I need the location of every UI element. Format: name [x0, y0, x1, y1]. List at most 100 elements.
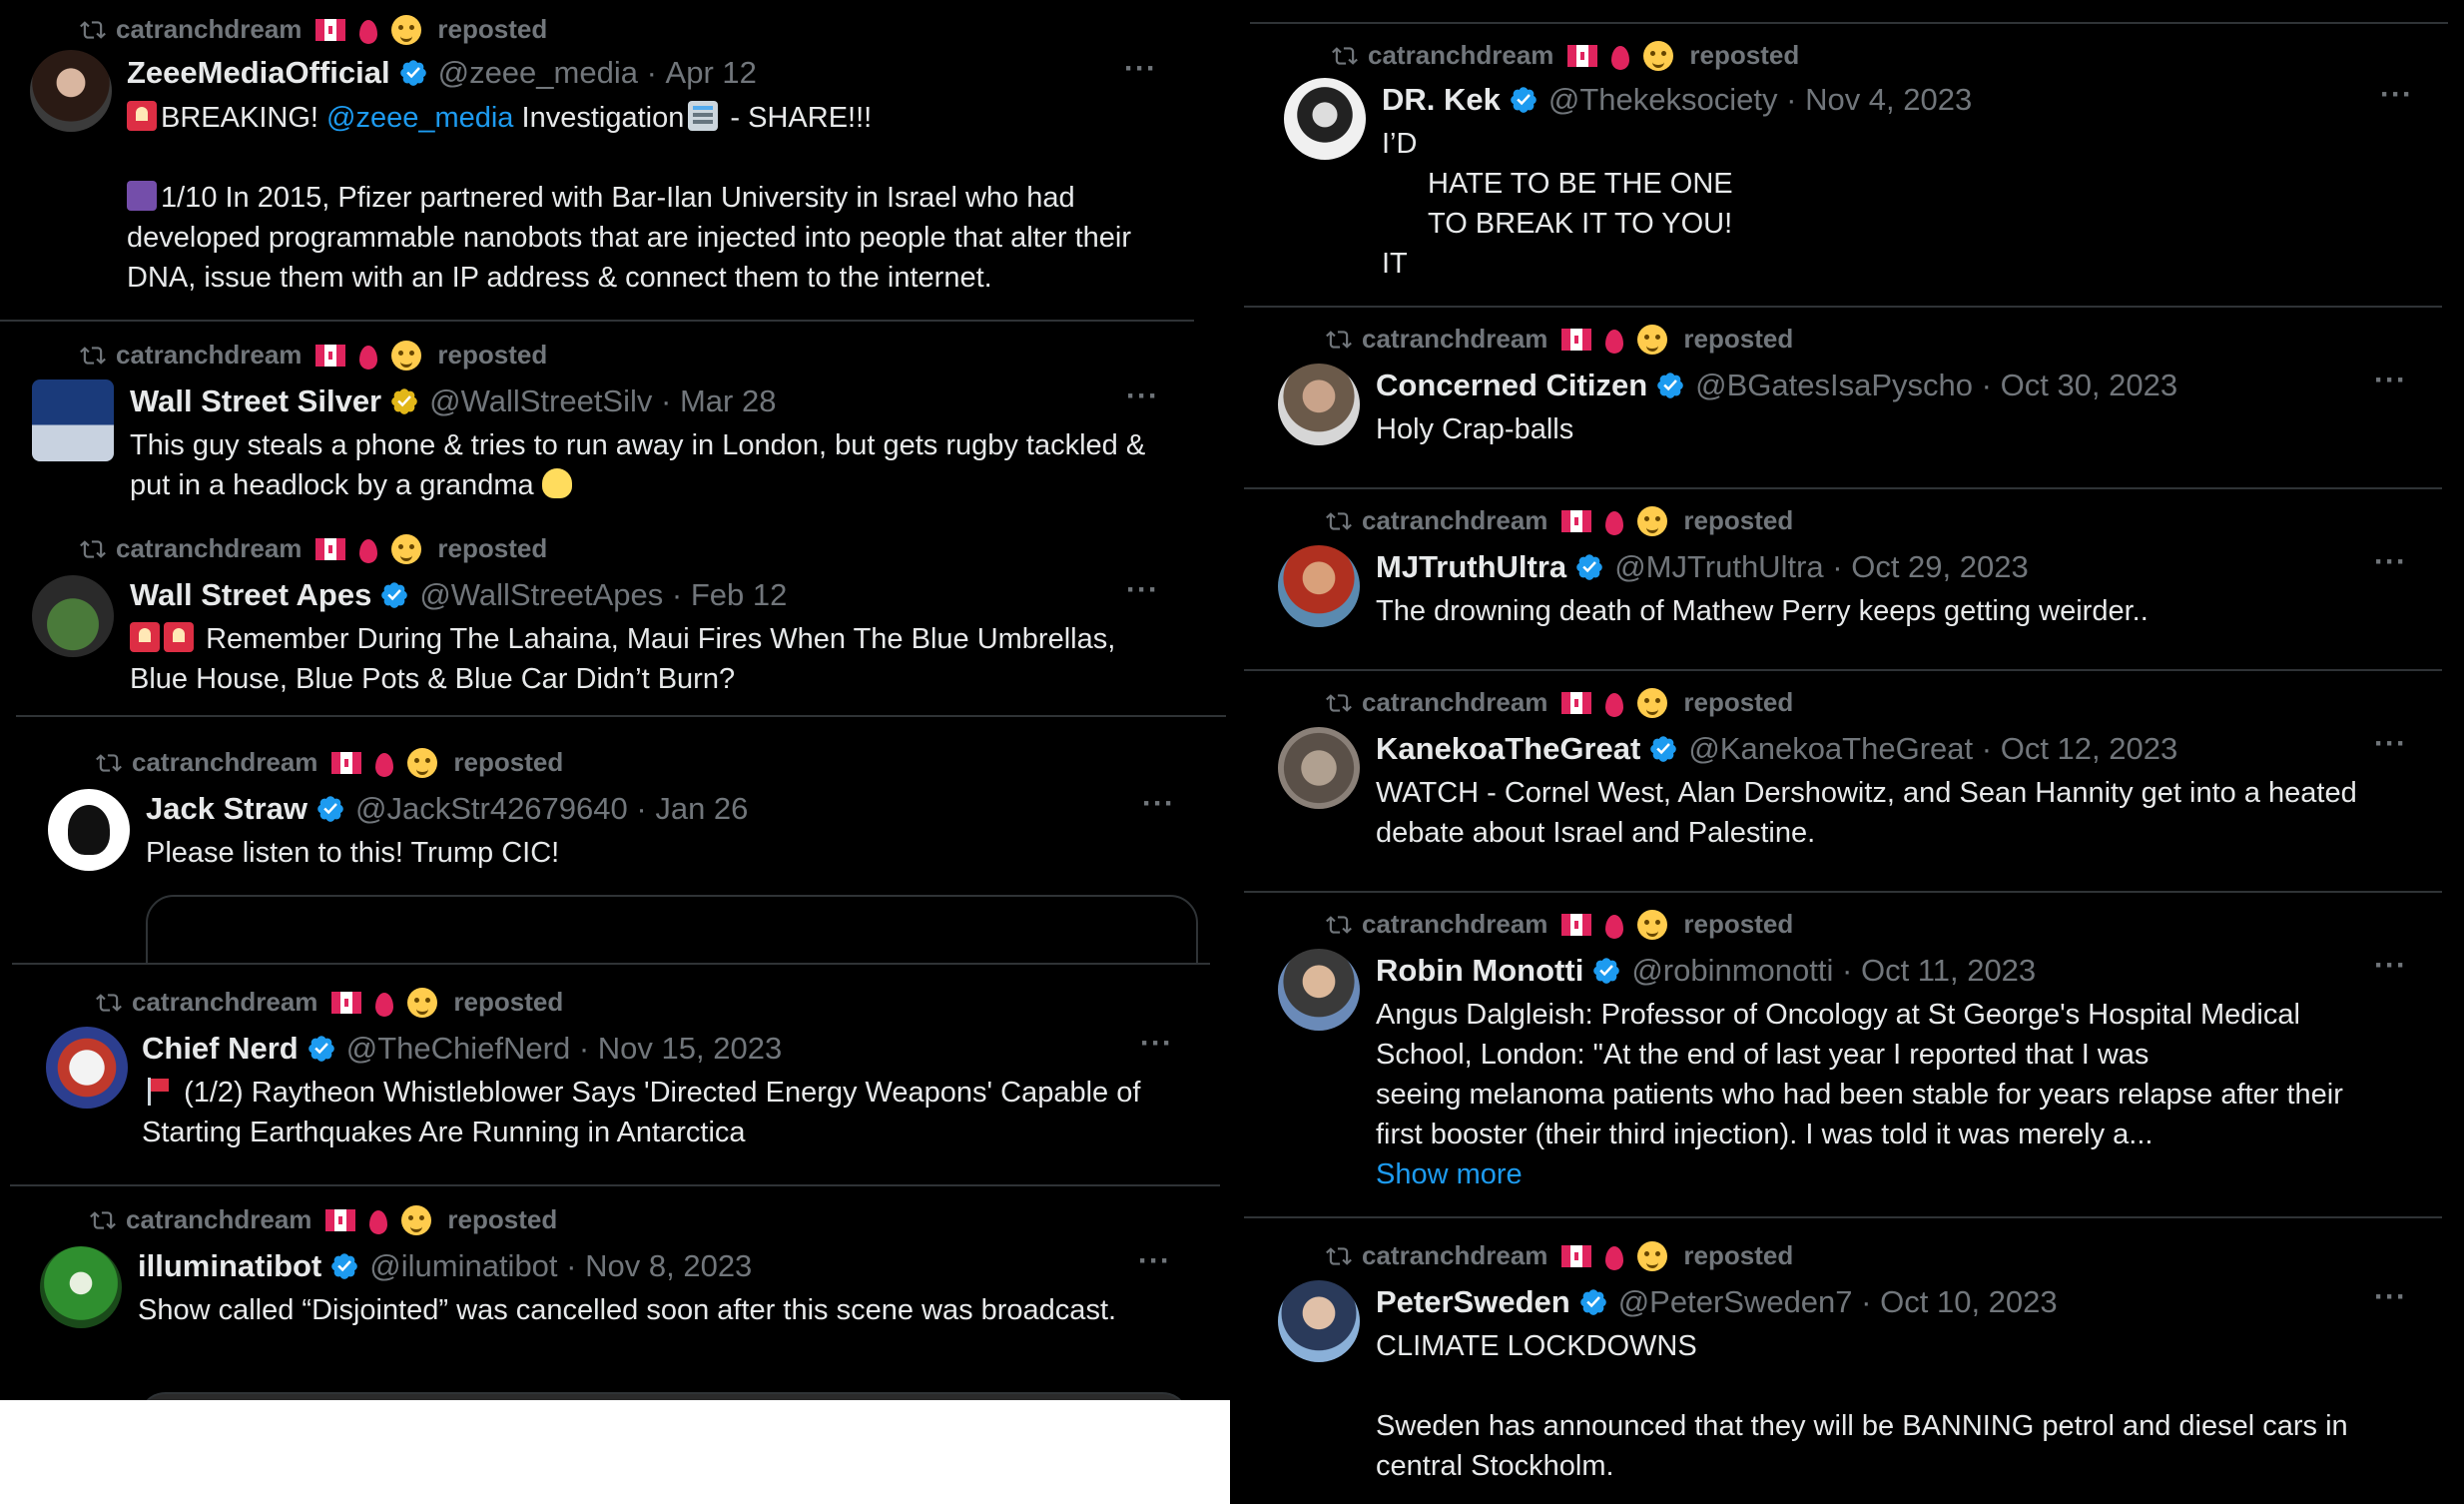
reposter-name[interactable]: catranchdream: [126, 1204, 311, 1235]
avatar[interactable]: [32, 379, 114, 461]
display-name[interactable]: MJTruthUltra: [1376, 549, 1566, 585]
handle[interactable]: @iluminatibot: [369, 1248, 557, 1284]
display-name[interactable]: Jack Straw: [146, 791, 308, 827]
handle[interactable]: @PeterSweden7: [1618, 1284, 1853, 1320]
more-options-icon[interactable]: ···: [2374, 545, 2407, 579]
avatar[interactable]: [48, 789, 130, 871]
more-options-icon[interactable]: ···: [1126, 379, 1159, 413]
display-name[interactable]: Concerned Citizen: [1376, 368, 1647, 403]
tweet-jackstraw[interactable]: catranchdream reposted Jack Straw @JackSt…: [16, 715, 1226, 965]
more-options-icon[interactable]: ···: [1126, 573, 1159, 607]
more-options-icon[interactable]: ···: [1142, 787, 1175, 821]
timestamp[interactable]: Nov 15, 2023: [598, 1031, 782, 1067]
tweet-kanekoa[interactable]: catranchdream reposted KanekoaTheGreat @K…: [1244, 669, 2442, 891]
angry-face-icon: [407, 747, 438, 778]
avatar[interactable]: [1284, 78, 1366, 160]
timestamp[interactable]: Nov 4, 2023: [1805, 82, 1972, 118]
avatar[interactable]: [1278, 364, 1360, 445]
timestamp[interactable]: Apr 12: [666, 55, 757, 91]
handle[interactable]: @Thekeksociety: [1548, 82, 1778, 118]
avatar[interactable]: [1278, 727, 1360, 809]
display-name[interactable]: Chief Nerd: [142, 1031, 299, 1067]
reposter-name[interactable]: catranchdream: [116, 340, 302, 371]
avatar[interactable]: [1278, 949, 1360, 1031]
more-options-icon[interactable]: ···: [2374, 364, 2407, 397]
avatar[interactable]: [1278, 545, 1360, 627]
repost-label: reposted: [437, 14, 548, 44]
timestamp[interactable]: Oct 10, 2023: [1880, 1284, 2058, 1320]
blood-drop-icon: [359, 538, 378, 563]
handle[interactable]: @BGatesIsaPyscho: [1695, 368, 1973, 403]
more-options-icon[interactable]: ···: [2374, 949, 2407, 983]
show-more-link[interactable]: Show more: [1376, 1154, 2434, 1194]
repost-label: reposted: [437, 340, 548, 370]
display-name[interactable]: Wall Street Silver: [130, 383, 381, 419]
timestamp[interactable]: Jan 26: [655, 791, 748, 827]
avatar[interactable]: [1278, 1280, 1360, 1362]
avatar[interactable]: [46, 1027, 128, 1109]
timestamp[interactable]: Nov 8, 2023: [585, 1248, 752, 1284]
angry-face-icon: [1637, 505, 1668, 536]
reposter-name[interactable]: catranchdream: [116, 533, 302, 564]
tweet-concernedcitizen[interactable]: catranchdream reposted Concerned Citizen …: [1244, 306, 2442, 485]
tweet-petersweden[interactable]: catranchdream reposted PeterSweden @Peter…: [1244, 1216, 2442, 1504]
tweet-wallstreetsilver[interactable]: catranchdream reposted Wall Street Silver…: [0, 320, 1194, 515]
reposter-name[interactable]: catranchdream: [1362, 505, 1547, 536]
timestamp[interactable]: Oct 11, 2023: [1861, 953, 2036, 989]
display-name[interactable]: DR. Kek: [1382, 82, 1501, 118]
display-name[interactable]: Robin Monotti: [1376, 953, 1583, 989]
timestamp[interactable]: Mar 28: [680, 383, 776, 419]
more-options-icon[interactable]: ···: [2374, 1280, 2407, 1314]
handle[interactable]: @TheChiefNerd: [346, 1031, 570, 1067]
blood-drop-icon: [1611, 45, 1630, 70]
more-options-icon[interactable]: ···: [2380, 78, 2413, 112]
tweet-zeeemedia[interactable]: catranchdream reposted ZeeeMediaOfficial …: [0, 0, 1194, 320]
more-options-icon[interactable]: ···: [1124, 52, 1157, 86]
handle[interactable]: @JackStr42679640: [355, 791, 628, 827]
handle[interactable]: @WallStreetSilv: [429, 383, 652, 419]
repost-icon: [80, 17, 106, 43]
mention-link[interactable]: @zeee_media: [326, 102, 513, 134]
avatar[interactable]: [30, 50, 112, 132]
handle[interactable]: @robinmonotti: [1631, 953, 1833, 989]
media-card[interactable]: [138, 1392, 1190, 1400]
verified-badge-icon: [1648, 734, 1678, 764]
display-name[interactable]: illuminatibot: [138, 1248, 321, 1284]
avatar[interactable]: [40, 1246, 122, 1328]
separator-dot: ·: [566, 1248, 577, 1283]
reposter-name[interactable]: catranchdream: [1362, 1240, 1547, 1271]
reposter-name[interactable]: catranchdream: [132, 987, 317, 1018]
tweet-chiefnerd[interactable]: catranchdream reposted Chief Nerd @TheChi…: [12, 963, 1210, 1172]
reposter-name[interactable]: catranchdream: [1362, 324, 1547, 355]
tweet-drkek[interactable]: catranchdream reposted DR. Kek @Thekeksoc…: [1250, 22, 2448, 296]
display-name[interactable]: Wall Street Apes: [130, 577, 371, 613]
reposter-name[interactable]: catranchdream: [1368, 40, 1553, 71]
display-name[interactable]: KanekoaTheGreat: [1376, 731, 1640, 767]
repost-header: catranchdream reposted: [1332, 40, 1799, 71]
handle[interactable]: @KanekoaTheGreat: [1688, 731, 1973, 767]
tweet-mjtruthultra[interactable]: catranchdream reposted MJTruthUltra @MJTr…: [1244, 487, 2442, 669]
reposter-name[interactable]: catranchdream: [132, 747, 317, 778]
repost-icon: [1326, 327, 1352, 353]
display-name[interactable]: PeterSweden: [1376, 1284, 1570, 1320]
tweet-wallstreetapes[interactable]: catranchdream reposted Wall Street Apes @…: [0, 515, 1194, 715]
timestamp[interactable]: Oct 29, 2023: [1851, 549, 2029, 585]
reposter-name[interactable]: catranchdream: [1362, 909, 1547, 940]
tweet-illuminatibot[interactable]: catranchdream reposted illuminatibot @ilu…: [10, 1184, 1220, 1400]
more-options-icon[interactable]: ···: [2374, 727, 2407, 761]
timestamp[interactable]: Feb 12: [691, 577, 788, 613]
avatar[interactable]: [32, 575, 114, 657]
more-options-icon[interactable]: ···: [1140, 1027, 1173, 1061]
timestamp[interactable]: Oct 30, 2023: [2001, 368, 2178, 403]
blood-drop-icon: [1605, 329, 1624, 354]
media-card[interactable]: [146, 895, 1198, 965]
handle[interactable]: @zeee_media: [438, 55, 638, 91]
reposter-name[interactable]: catranchdream: [1362, 687, 1547, 718]
more-options-icon[interactable]: ···: [1138, 1244, 1171, 1278]
handle[interactable]: @MJTruthUltra: [1614, 549, 1823, 585]
handle[interactable]: @WallStreetApes: [419, 577, 663, 613]
display-name[interactable]: ZeeeMediaOfficial: [127, 55, 390, 91]
timestamp[interactable]: Oct 12, 2023: [2001, 731, 2178, 767]
tweet-robinmonotti[interactable]: catranchdream reposted Robin Monotti @rob…: [1244, 891, 2442, 1216]
reposter-name[interactable]: catranchdream: [116, 14, 302, 45]
